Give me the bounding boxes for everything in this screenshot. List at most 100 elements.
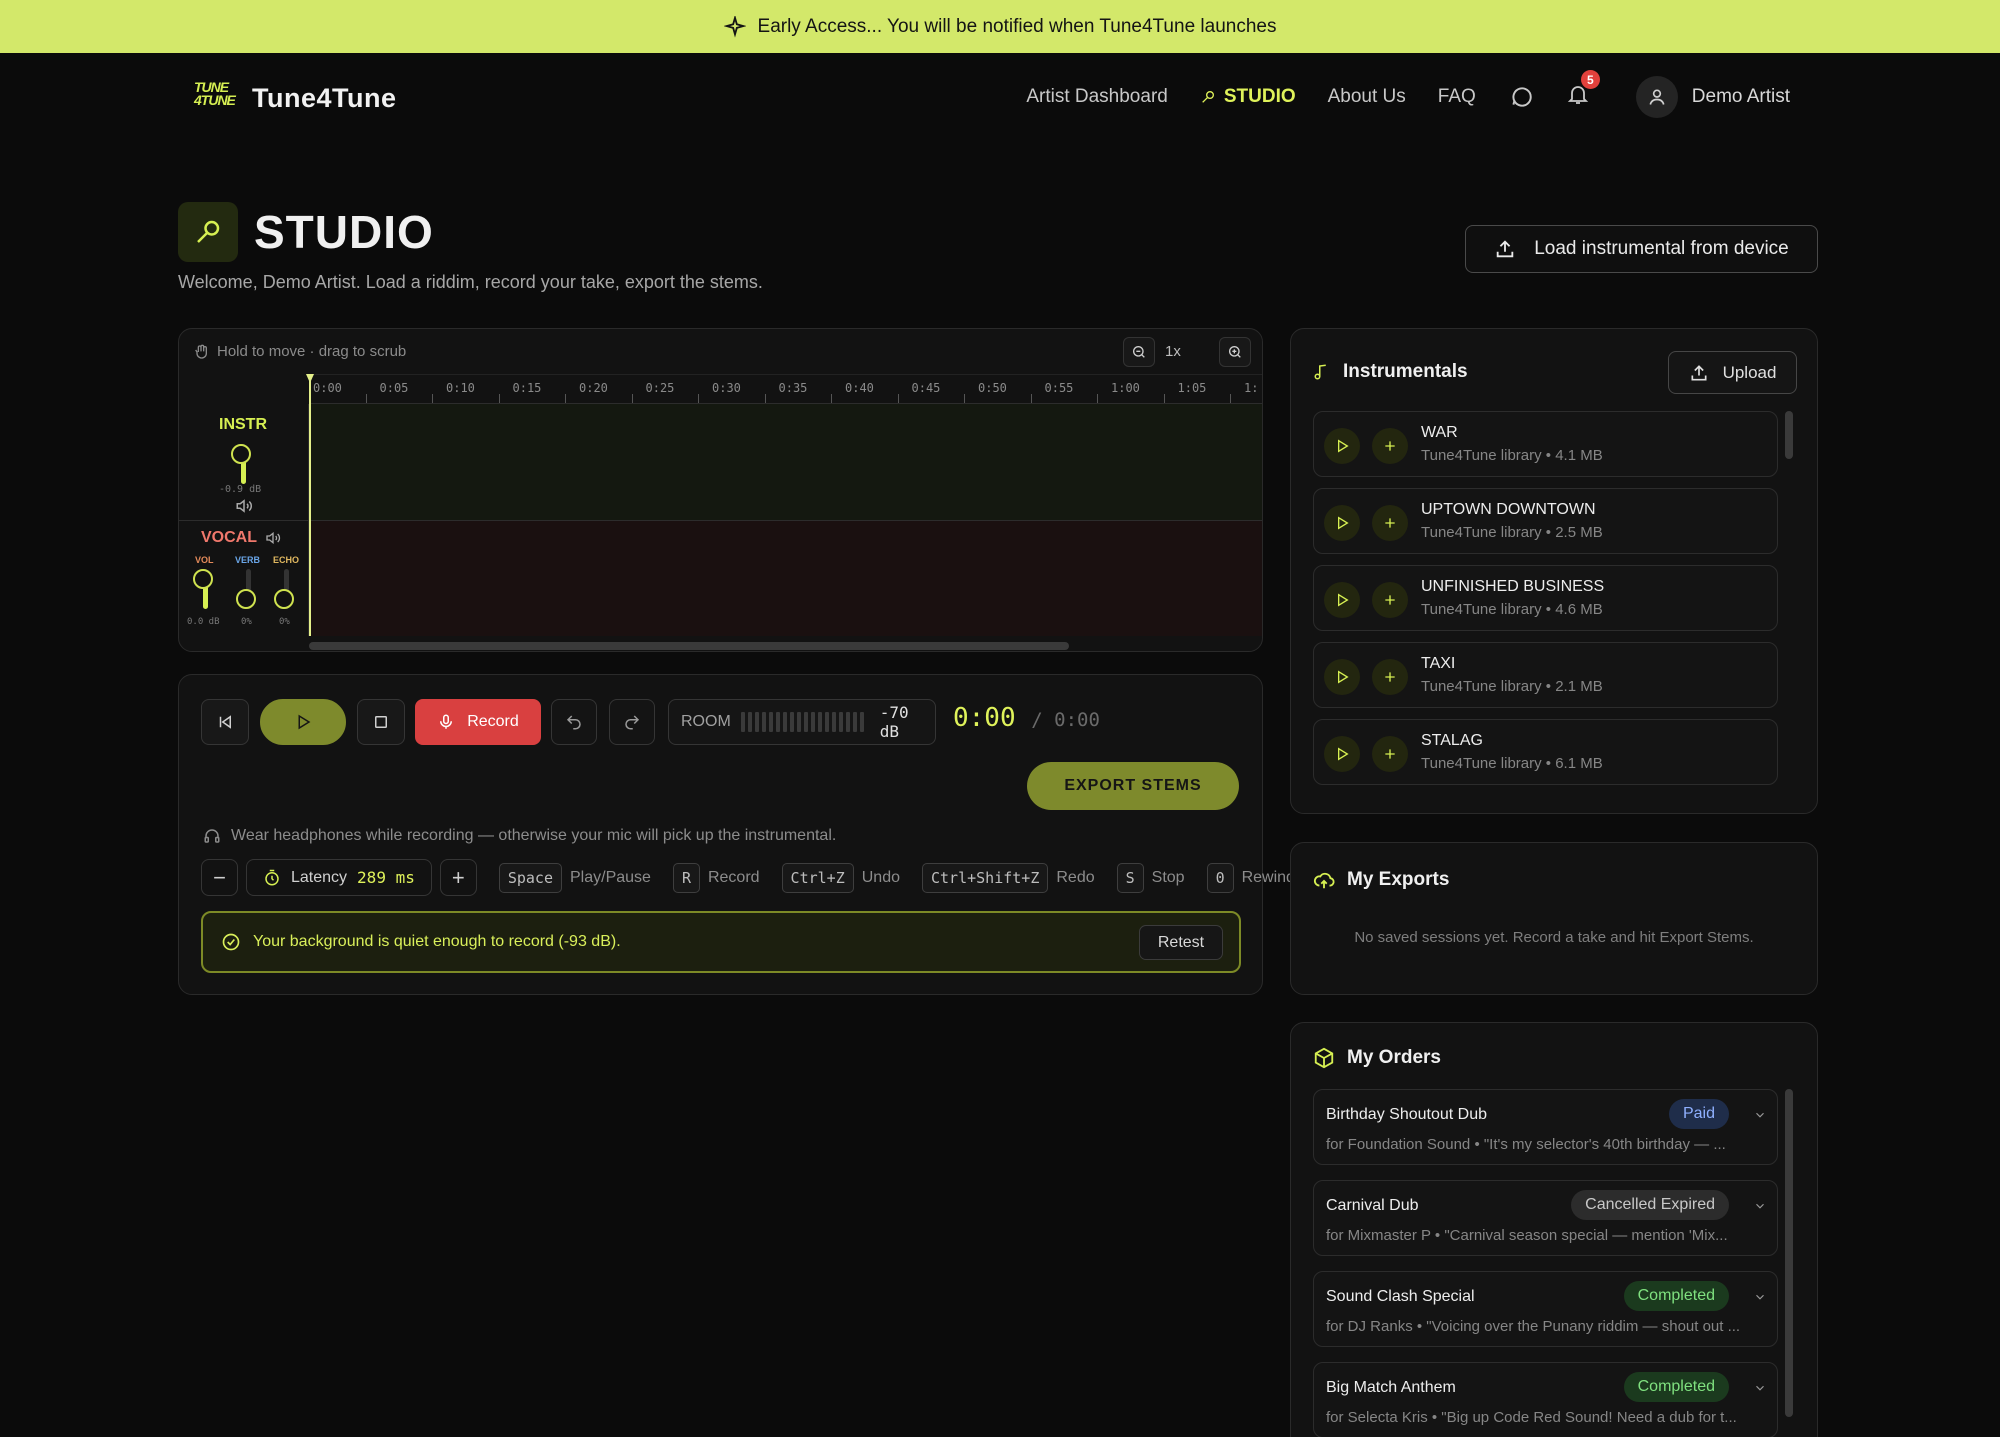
instr-volume-knob[interactable] (231, 444, 251, 464)
zoom-out-button[interactable] (1123, 337, 1155, 367)
noise-check-status: Your background is quiet enough to recor… (201, 911, 1241, 973)
load-instrumental-label: Load instrumental from device (1534, 238, 1789, 259)
mic-icon (1202, 91, 1214, 103)
speaker-icon[interactable] (235, 499, 253, 513)
instrumental-meta: Tune4Tune library • 6.1 MB (1421, 755, 1603, 772)
chevron-down-icon[interactable] (1753, 1381, 1767, 1395)
nav-artist-dashboard[interactable]: Artist Dashboard (1026, 86, 1168, 108)
ruler-tick-label: 0:30 (712, 381, 741, 395)
instr-track-controls: INSTR -0.9 dB (179, 404, 309, 521)
record-button[interactable]: Record (415, 699, 541, 745)
instrumental-item[interactable]: TAXI Tune4Tune library • 2.1 MB (1313, 642, 1778, 708)
timeline-ruler[interactable]: 0:00 0:05 0:10 0:15 0:20 0:25 0:30 0:35 0:40 0:45… (309, 374, 1262, 404)
meter-bar (838, 712, 843, 732)
plus-icon (1385, 595, 1395, 605)
plus-icon (1385, 518, 1395, 528)
order-name: Birthday Shoutout Dub (1326, 1106, 1487, 1123)
play-instrumental-button[interactable] (1324, 505, 1360, 541)
room-label: ROOM (681, 713, 731, 730)
meter-bar (740, 712, 745, 732)
chat-icon[interactable] (1508, 84, 1534, 110)
order-status-badge: Completed (1623, 1281, 1729, 1311)
meter-bar (747, 712, 752, 732)
upload-button[interactable]: Upload (1668, 351, 1797, 394)
notifications-button[interactable]: 5 (1566, 70, 1600, 112)
timeline-scrollbar[interactable] (309, 642, 1069, 650)
playhead[interactable] (306, 374, 314, 636)
play-icon (1338, 670, 1349, 684)
vocal-verb-value: 0% (241, 617, 252, 627)
exports-empty-state: No saved sessions yet. Record a take and… (1354, 929, 1754, 946)
brand-logo[interactable]: TUNE 4TUNE Tune4Tune (194, 79, 397, 115)
add-instrumental-button[interactable] (1372, 428, 1408, 464)
ruler-tick-label: 1:00 (1111, 381, 1140, 395)
chevron-down-icon[interactable] (1753, 1290, 1767, 1304)
ruler-tick-mark (1230, 394, 1231, 403)
order-item[interactable]: Sound Clash Special Completed for DJ Ranks… (1313, 1271, 1778, 1347)
vocal-echo-knob[interactable] (274, 589, 294, 609)
shortcut-label: Record (707, 868, 760, 886)
order-item[interactable]: Carnival Dub Cancelled Expired for Mixmast… (1313, 1180, 1778, 1256)
vocal-lane[interactable] (309, 521, 1262, 636)
music-note-icon (1314, 364, 1326, 380)
play-icon (1338, 516, 1349, 530)
headphones-note: Wear headphones while recording — otherw… (203, 827, 836, 845)
instrumentals-scrollbar[interactable] (1785, 411, 1793, 459)
zoom-level: 1x (1165, 343, 1181, 360)
nav-faq[interactable]: FAQ (1438, 86, 1476, 108)
vocal-verb-knob[interactable] (236, 589, 256, 609)
instrumental-item[interactable]: STALAG Tune4Tune library • 6.1 MB (1313, 719, 1778, 785)
ruler-tick-mark (897, 394, 899, 403)
retest-button[interactable]: Retest (1139, 925, 1223, 960)
time-current: 0:00 (953, 703, 1016, 733)
play-instrumental-button[interactable] (1324, 736, 1360, 772)
chevron-down-icon[interactable] (1753, 1199, 1767, 1213)
latency-and-shortcuts: − Latency 289 ms + Space Play/Pause R Re… (201, 859, 1295, 896)
latency-increase-button[interactable]: + (439, 859, 477, 896)
instrumentals-header: Instrumentals (1313, 361, 1468, 383)
redo-button[interactable] (609, 699, 655, 745)
orders-panel: My Orders Birthday Shoutout Dub Paid for F… (1290, 1022, 1818, 1437)
speaker-icon[interactable] (265, 532, 281, 544)
user-menu[interactable]: Demo Artist (1635, 76, 1790, 118)
shortcut-key: Space (498, 862, 562, 893)
instr-lane[interactable] (309, 404, 1262, 521)
add-instrumental-button[interactable] (1372, 582, 1408, 618)
instrumental-item[interactable]: UPTOWN DOWNTOWN Tune4Tune library • 2.5 M… (1313, 488, 1778, 554)
stop-button[interactable] (357, 699, 405, 745)
meter-bar (754, 712, 759, 732)
add-instrumental-button[interactable] (1372, 736, 1408, 772)
play-icon (298, 714, 311, 730)
play-instrumental-button[interactable] (1324, 428, 1360, 464)
instrumental-item[interactable]: UNFINISHED BUSINESS Tune4Tune library • 4… (1313, 565, 1778, 631)
add-instrumental-button[interactable] (1372, 505, 1408, 541)
brand-mark: TUNE 4TUNE (194, 79, 236, 108)
rewind-button[interactable] (201, 699, 249, 745)
nav-about-us[interactable]: About Us (1328, 86, 1406, 108)
vocal-vol-knob[interactable] (193, 569, 213, 589)
play-button[interactable] (260, 699, 346, 745)
notification-badge: 5 (1580, 70, 1600, 89)
load-instrumental-button[interactable]: Load instrumental from device (1465, 225, 1818, 273)
chevron-down-icon[interactable] (1753, 1108, 1767, 1122)
order-item[interactable]: Birthday Shoutout Dub Paid for Foundation … (1313, 1089, 1778, 1165)
export-stems-button[interactable]: EXPORT STEMS (1027, 762, 1239, 810)
undo-button[interactable] (551, 699, 597, 745)
latency-decrease-button[interactable]: − (201, 859, 238, 896)
orders-scrollbar[interactable] (1785, 1089, 1793, 1417)
nav-studio[interactable]: STUDIO (1200, 86, 1296, 108)
order-meta: for DJ Ranks • "Voicing over the Punany … (1326, 1318, 1741, 1335)
play-instrumental-button[interactable] (1324, 659, 1360, 695)
instrumental-name: TAXI (1421, 655, 1456, 672)
microphone-icon (440, 714, 453, 729)
order-meta: for Foundation Sound • "It's my selector… (1326, 1136, 1726, 1153)
add-instrumental-button[interactable] (1372, 659, 1408, 695)
plus-icon (1385, 672, 1395, 682)
zoom-out-icon (1133, 346, 1145, 358)
ruler-tick-label: 0:20 (579, 381, 608, 395)
zoom-in-button[interactable] (1219, 337, 1251, 367)
instrumental-item[interactable]: WAR Tune4Tune library • 4.1 MB (1313, 411, 1778, 477)
play-instrumental-button[interactable] (1324, 582, 1360, 618)
order-item[interactable]: Big Match Anthem Completed for Selecta Kri… (1313, 1362, 1778, 1437)
vocal-vol-value: 0.0 dB (187, 617, 220, 627)
